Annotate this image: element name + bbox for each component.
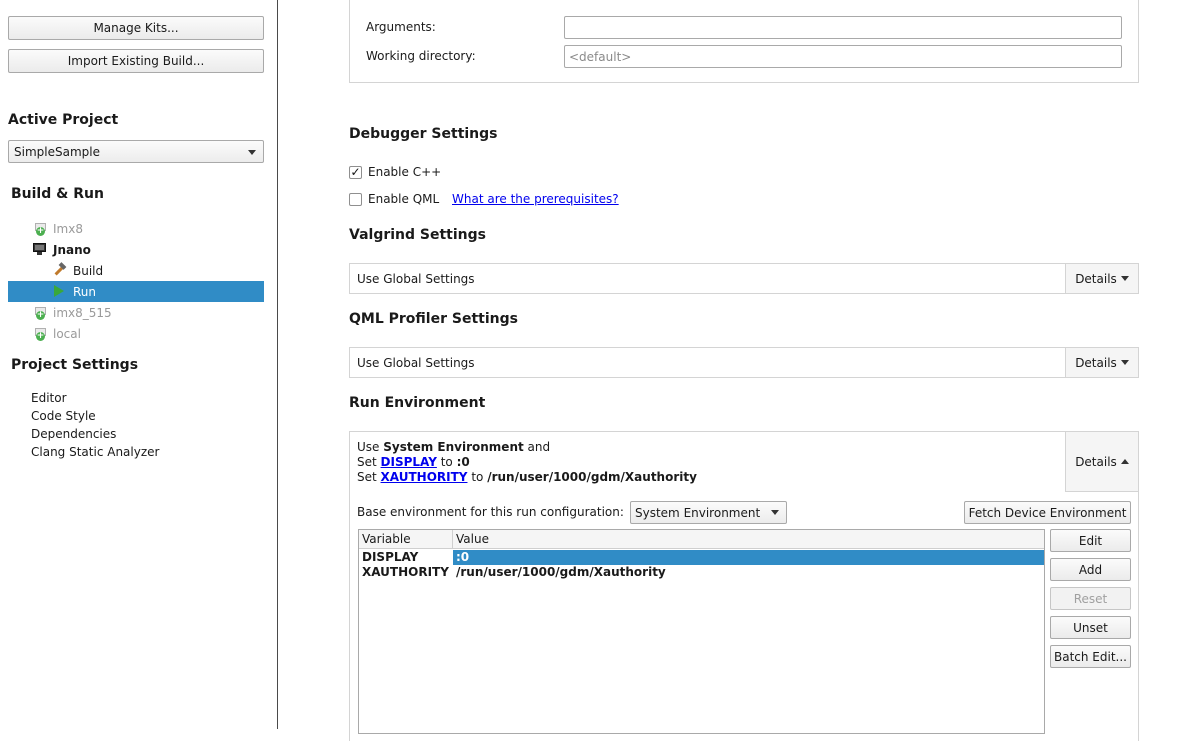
qml-profiler-settings-value: Use Global Settings — [357, 356, 475, 370]
details-label: Details — [1075, 454, 1117, 469]
kit-add-icon: + — [35, 328, 47, 341]
run-configuration-panel: Arguments: Working directory: — [349, 0, 1139, 83]
enable-qml-label: Enable QML — [368, 192, 440, 206]
chevron-down-icon — [248, 150, 256, 155]
xauthority-var-link[interactable]: XAUTHORITY — [381, 470, 468, 484]
enable-cpp-label: Enable C++ — [368, 165, 442, 179]
variable-cell: DISPLAY — [362, 550, 419, 564]
details-label: Details — [1075, 271, 1117, 286]
run-settings-page: Arguments: Working directory: Debugger S… — [279, 0, 1198, 741]
environment-table[interactable]: Variable Value DISPLAY :0 XAUTHORITY /ru… — [358, 529, 1045, 734]
project-settings-code-style[interactable]: Code Style — [31, 409, 96, 423]
run-environment-summary-base: Use System Environment and — [357, 440, 551, 454]
table-row[interactable]: XAUTHORITY /run/user/1000/gdm/Xauthority — [359, 565, 1044, 580]
column-header-variable[interactable]: Variable — [359, 530, 453, 549]
batch-edit-button[interactable]: Batch Edit... — [1050, 645, 1131, 668]
working-directory-input[interactable] — [564, 45, 1122, 68]
valgrind-settings-title: Valgrind Settings — [349, 227, 486, 243]
chevron-down-icon — [1120, 276, 1129, 281]
enable-qml-checkbox[interactable] — [349, 193, 362, 206]
prerequisites-link[interactable]: What are the prerequisites? — [452, 192, 619, 206]
base-environment-label: Base environment for this run configurat… — [357, 505, 624, 519]
reset-button[interactable]: Reset — [1050, 587, 1131, 610]
kit-item-imx8[interactable]: + Imx8 — [8, 218, 264, 239]
fetch-device-environment-button[interactable]: Fetch Device Environment — [964, 501, 1131, 524]
kit-item-build[interactable]: Build — [8, 260, 264, 281]
valgrind-settings-value: Use Global Settings — [357, 272, 475, 286]
active-project-value: SimpleSample — [14, 144, 100, 159]
add-button[interactable]: Add — [1050, 558, 1131, 581]
kit-add-icon: + — [35, 307, 47, 320]
run-environment-title: Run Environment — [349, 395, 486, 411]
kit-item-imx8-515[interactable]: + imx8_515 — [8, 302, 264, 323]
enable-cpp-checkbox[interactable]: ✓ — [349, 166, 362, 179]
valgrind-settings-panel: Use Global Settings Details — [349, 263, 1139, 294]
project-settings-dependencies[interactable]: Dependencies — [31, 427, 116, 441]
kit-label: imx8_515 — [53, 305, 112, 320]
valgrind-details-button[interactable]: Details — [1065, 264, 1138, 293]
chevron-down-icon — [771, 510, 779, 515]
edit-button[interactable]: Edit — [1050, 529, 1131, 552]
variable-cell: XAUTHORITY — [362, 565, 449, 579]
project-settings-clang-static-analyzer[interactable]: Clang Static Analyzer — [31, 445, 159, 459]
import-existing-build-button[interactable]: Import Existing Build... — [8, 49, 264, 73]
manage-kits-button[interactable]: Manage Kits... — [8, 16, 264, 40]
run-environment-panel: Use System Environment and Set DISPLAY t… — [349, 431, 1139, 741]
kit-label: local — [53, 326, 81, 341]
play-icon — [54, 285, 64, 297]
debugger-settings-title: Debugger Settings — [349, 126, 498, 142]
base-environment-value: System Environment — [635, 505, 761, 520]
qml-profiler-settings-panel: Use Global Settings Details — [349, 347, 1139, 378]
kit-label: Run — [73, 284, 97, 299]
kit-item-local[interactable]: + local — [8, 323, 264, 344]
table-row[interactable]: DISPLAY :0 — [359, 550, 1044, 565]
active-project-select[interactable]: SimpleSample — [8, 140, 264, 163]
chevron-up-icon — [1120, 459, 1129, 464]
kit-item-jnano[interactable]: Jnano — [8, 239, 264, 260]
run-environment-summary-display: Set DISPLAY to :0 — [357, 455, 470, 469]
working-directory-label: Working directory: — [366, 49, 476, 63]
chevron-down-icon — [1120, 360, 1129, 365]
arguments-label: Arguments: — [366, 20, 436, 34]
project-settings-heading: Project Settings — [11, 357, 139, 373]
active-project-heading: Active Project — [8, 112, 119, 128]
qml-profiler-details-button[interactable]: Details — [1065, 348, 1138, 377]
kit-label: Build — [73, 263, 104, 278]
value-cell: :0 — [453, 550, 1044, 565]
kit-item-run[interactable]: Run — [8, 281, 264, 302]
run-environment-details-button[interactable]: Details — [1065, 432, 1138, 492]
monitor-icon — [33, 243, 46, 255]
kit-add-icon: + — [35, 223, 47, 236]
base-environment-select[interactable]: System Environment — [630, 501, 787, 524]
hammer-icon — [52, 262, 67, 277]
column-header-value[interactable]: Value — [453, 530, 1044, 549]
kit-label: Imx8 — [53, 221, 83, 236]
run-environment-summary-xauthority: Set XAUTHORITY to /run/user/1000/gdm/Xau… — [357, 470, 697, 484]
arguments-input[interactable] — [564, 16, 1122, 39]
kit-label: Jnano — [53, 242, 91, 257]
sidebar: Manage Kits... Import Existing Build... … — [0, 0, 278, 729]
qml-profiler-settings-title: QML Profiler Settings — [349, 311, 518, 327]
project-settings-editor[interactable]: Editor — [31, 391, 67, 405]
value-cell: /run/user/1000/gdm/Xauthority — [456, 565, 666, 579]
display-var-link[interactable]: DISPLAY — [381, 455, 437, 469]
build-run-heading: Build & Run — [11, 186, 104, 202]
unset-button[interactable]: Unset — [1050, 616, 1131, 639]
details-label: Details — [1075, 355, 1117, 370]
